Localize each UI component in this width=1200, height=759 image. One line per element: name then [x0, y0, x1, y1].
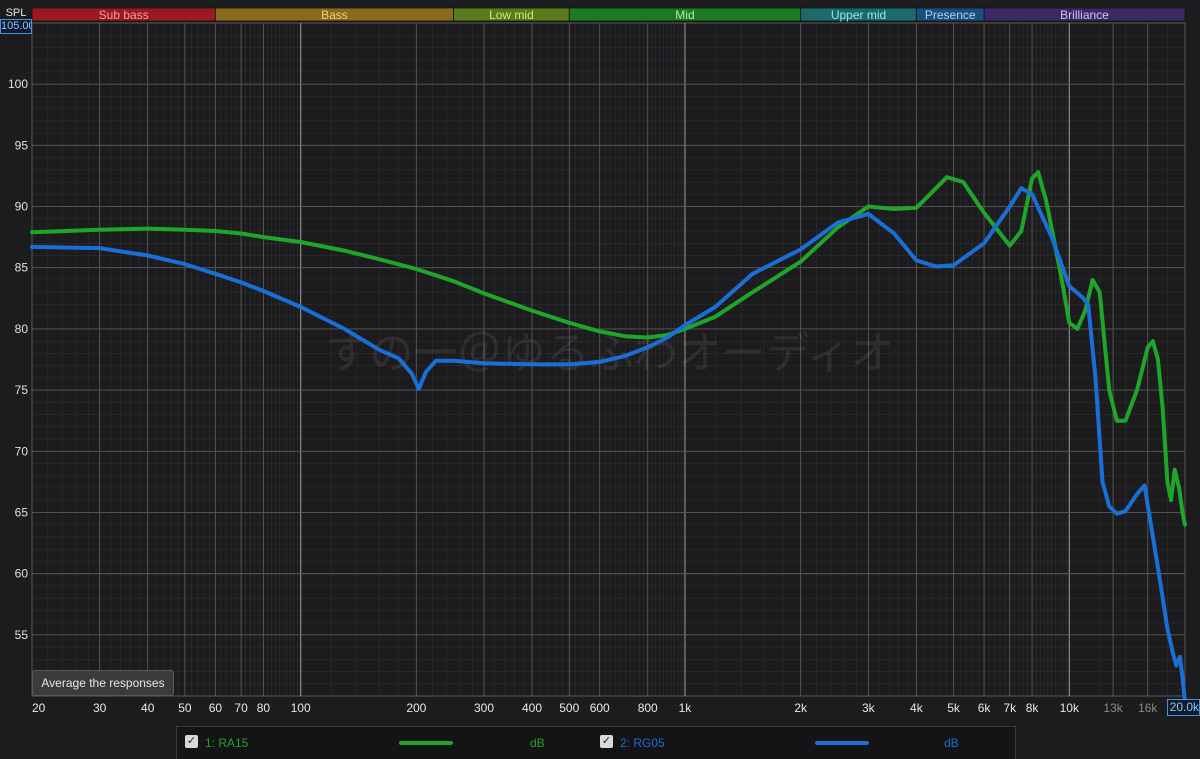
x-tick-1: 30	[93, 701, 107, 715]
y-tick-90: 90	[15, 200, 29, 214]
x-tick-8: 200	[406, 701, 426, 715]
series1-unit: dB	[530, 736, 545, 750]
x-tick-2: 40	[141, 701, 155, 715]
x-tick-16: 3k	[862, 701, 876, 715]
series1-checkbox[interactable]: ✓	[185, 735, 198, 748]
x-tick-13: 800	[638, 701, 658, 715]
x-tick-7: 100	[291, 701, 311, 715]
x-tick-18: 5k	[947, 701, 961, 715]
band-label-1: Bass	[321, 8, 348, 22]
x-tick-22: 10k	[1060, 701, 1080, 715]
x-tick-24: 16k	[1138, 701, 1158, 715]
band-label-0: Sub bass	[99, 8, 149, 22]
x-tick-14: 1k	[679, 701, 693, 715]
legend-panel: ✓ 1: RA15 dB ✓ 2: RG05 dB	[176, 726, 1016, 759]
x-tick-15: 2k	[794, 701, 808, 715]
x-tick-4: 60	[209, 701, 223, 715]
y-tick-75: 75	[15, 383, 29, 397]
x-tick-3: 50	[178, 701, 192, 715]
band-label-6: Brilliance	[1060, 8, 1109, 22]
y-tick-100: 100	[8, 77, 28, 91]
x-tick-17: 4k	[910, 701, 924, 715]
band-label-5: Presence	[925, 8, 976, 22]
series1-swatch	[399, 741, 453, 745]
y-tick-95: 95	[15, 138, 29, 152]
x-tick-6: 80	[257, 701, 271, 715]
y-tick-60: 60	[15, 567, 29, 581]
series2-unit: dB	[944, 736, 959, 750]
band-label-2: Low mid	[489, 8, 534, 22]
y-tick-80: 80	[15, 322, 29, 336]
y-tick-55: 55	[15, 628, 29, 642]
frequency-response-chart: Sub bass Bass Low mid Mid Upper mid Presence B…	[0, 0, 1200, 758]
x-tick-5: 70	[234, 701, 248, 715]
x-max-field[interactable]: 20.0k	[1167, 699, 1200, 716]
y-max-field[interactable]: 105.00	[0, 19, 32, 34]
x-tick-10: 400	[522, 701, 542, 715]
x-tick-11: 500	[559, 701, 579, 715]
x-tick-21: 8k	[1026, 701, 1040, 715]
band-label-4: Upper mid	[831, 8, 886, 22]
series2-swatch	[815, 741, 869, 745]
x-tick-19: 6k	[978, 701, 992, 715]
y-unit-label: SPL	[5, 7, 27, 19]
x-tick-9: 300	[474, 701, 494, 715]
series1-label: 1: RA15	[205, 736, 249, 750]
x-tick-20: 7k	[1003, 701, 1017, 715]
x-tick-12: 600	[590, 701, 610, 715]
x-tick-23: 13k	[1103, 701, 1123, 715]
y-tick-65: 65	[15, 505, 29, 519]
frequency-band-strip: Sub bass Bass Low mid Mid Upper mid Presence B…	[31, 7, 1186, 22]
band-label-3: Mid	[675, 8, 694, 22]
x-tick-0: 20	[32, 701, 46, 715]
average-responses-button[interactable]: Average the responses	[32, 670, 174, 696]
y-tick-70: 70	[15, 444, 29, 458]
series2-checkbox[interactable]: ✓	[600, 735, 613, 748]
series2-label: 2: RG05	[620, 736, 665, 750]
y-tick-85: 85	[15, 261, 29, 275]
